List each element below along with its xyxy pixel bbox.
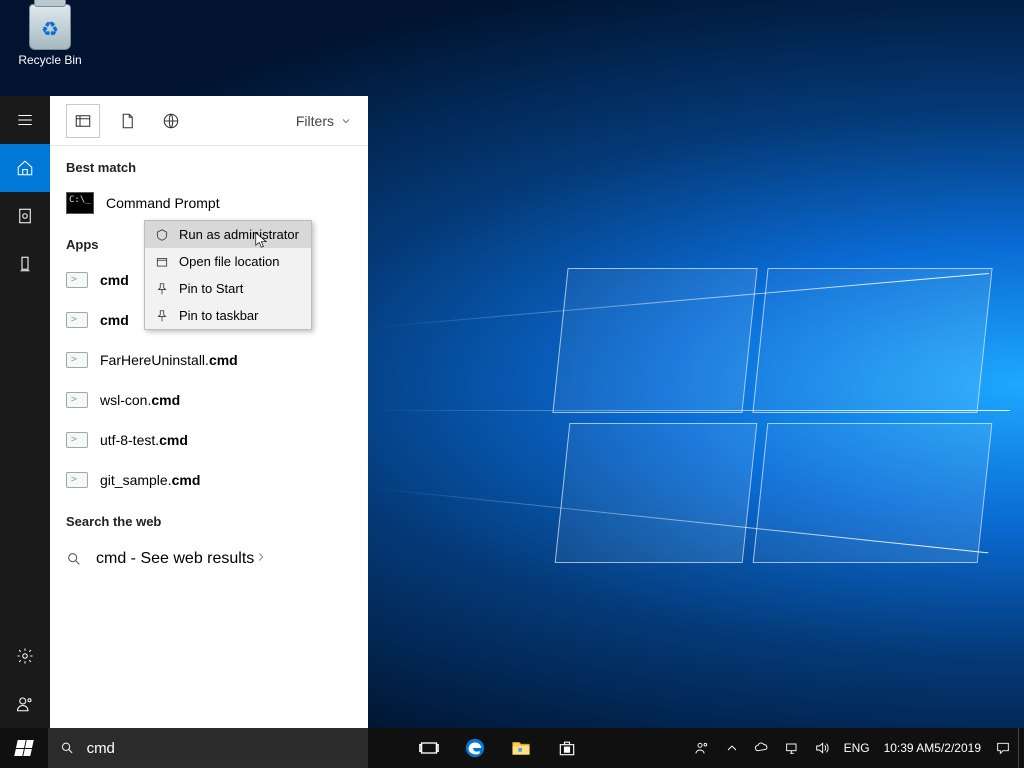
rail-settings-button[interactable] <box>0 632 50 680</box>
rail-menu-button[interactable] <box>0 96 50 144</box>
section-best-match: Best match <box>50 146 368 183</box>
taskbar: ENG 10:39 AM 5/2/2019 <box>0 728 1024 768</box>
search-scope-header: Filters <box>50 96 368 146</box>
tray-people-icon[interactable] <box>687 728 717 768</box>
result-command-prompt[interactable]: Command Prompt <box>50 183 368 223</box>
system-tray: ENG 10:39 AM 5/2/2019 <box>687 728 1024 768</box>
result-app-gitsample[interactable]: git_sample.cmd <box>50 460 368 500</box>
ctx-pin-to-start[interactable]: Pin to Start <box>145 275 311 302</box>
desktop[interactable]: ♻ Recycle Bin <box>0 0 1024 768</box>
task-view-button[interactable] <box>406 728 452 768</box>
rail-recent-button[interactable] <box>0 192 50 240</box>
tray-clock[interactable]: 10:39 AM 5/2/2019 <box>877 728 988 768</box>
tray-network-icon[interactable] <box>777 728 807 768</box>
ctx-run-as-admin[interactable]: Run as administrator <box>145 221 311 248</box>
context-menu: Run as administrator Open file location … <box>144 220 312 330</box>
filters-label: Filters <box>296 113 334 129</box>
cmd-file-icon <box>66 392 88 408</box>
chevron-right-icon <box>254 550 268 569</box>
tray-onedrive-icon[interactable] <box>747 728 777 768</box>
search-results-panel: Filters Best match Command Prompt Apps c… <box>50 96 368 728</box>
ctx-open-file-location[interactable]: Open file location <box>145 248 311 275</box>
taskbar-search-box[interactable] <box>48 728 368 768</box>
wallpaper-ray <box>370 410 1010 411</box>
result-app-utf8test[interactable]: utf-8-test.cmd <box>50 420 368 460</box>
show-desktop-button[interactable] <box>1018 728 1024 768</box>
recycle-bin-desktop-icon[interactable]: ♻ Recycle Bin <box>14 4 86 67</box>
scope-documents-icon[interactable] <box>110 104 144 138</box>
file-explorer-button[interactable] <box>498 728 544 768</box>
wallpaper-pane <box>552 268 757 413</box>
taskbar-search-input[interactable] <box>87 740 356 757</box>
result-app-farhere[interactable]: FarHereUninstall.cmd <box>50 340 368 380</box>
rail-account-button[interactable] <box>0 680 50 728</box>
microsoft-store-button[interactable] <box>544 728 590 768</box>
cmd-file-icon <box>66 432 88 448</box>
edge-button[interactable] <box>452 728 498 768</box>
tray-overflow-chevron[interactable] <box>717 728 747 768</box>
rail-home-button[interactable] <box>0 144 50 192</box>
recycle-bin-label: Recycle Bin <box>14 53 86 67</box>
rail-thispc-button[interactable] <box>0 240 50 288</box>
tray-language[interactable]: ENG <box>837 728 877 768</box>
scope-web-icon[interactable] <box>154 104 188 138</box>
cmd-app-icon <box>66 192 94 214</box>
mouse-cursor <box>255 232 269 255</box>
tray-volume-icon[interactable] <box>807 728 837 768</box>
cmd-file-icon <box>66 312 88 328</box>
tray-time: 10:39 AM <box>884 741 935 756</box>
wallpaper-pane <box>753 423 993 563</box>
scope-all-icon[interactable] <box>66 104 100 138</box>
cmd-file-icon <box>66 272 88 288</box>
filters-dropdown[interactable]: Filters <box>296 113 352 129</box>
tray-action-center-icon[interactable] <box>988 728 1018 768</box>
windows-logo-icon <box>14 740 33 756</box>
search-web-row[interactable]: cmd - See web results <box>50 537 368 581</box>
search-icon <box>60 740 75 756</box>
start-left-rail <box>0 96 50 728</box>
start-button[interactable] <box>0 728 48 768</box>
cmd-file-icon <box>66 352 88 368</box>
result-title: Command Prompt <box>106 195 220 211</box>
result-app-wslcon[interactable]: wsl-con.cmd <box>50 380 368 420</box>
section-search-web: Search the web <box>50 500 368 537</box>
recycle-bin-icon: ♻ <box>29 4 71 50</box>
cmd-file-icon <box>66 472 88 488</box>
ctx-pin-to-taskbar[interactable]: Pin to taskbar <box>145 302 311 329</box>
search-icon <box>66 551 82 567</box>
wallpaper-pane <box>555 423 758 563</box>
tray-date: 5/2/2019 <box>934 741 981 756</box>
